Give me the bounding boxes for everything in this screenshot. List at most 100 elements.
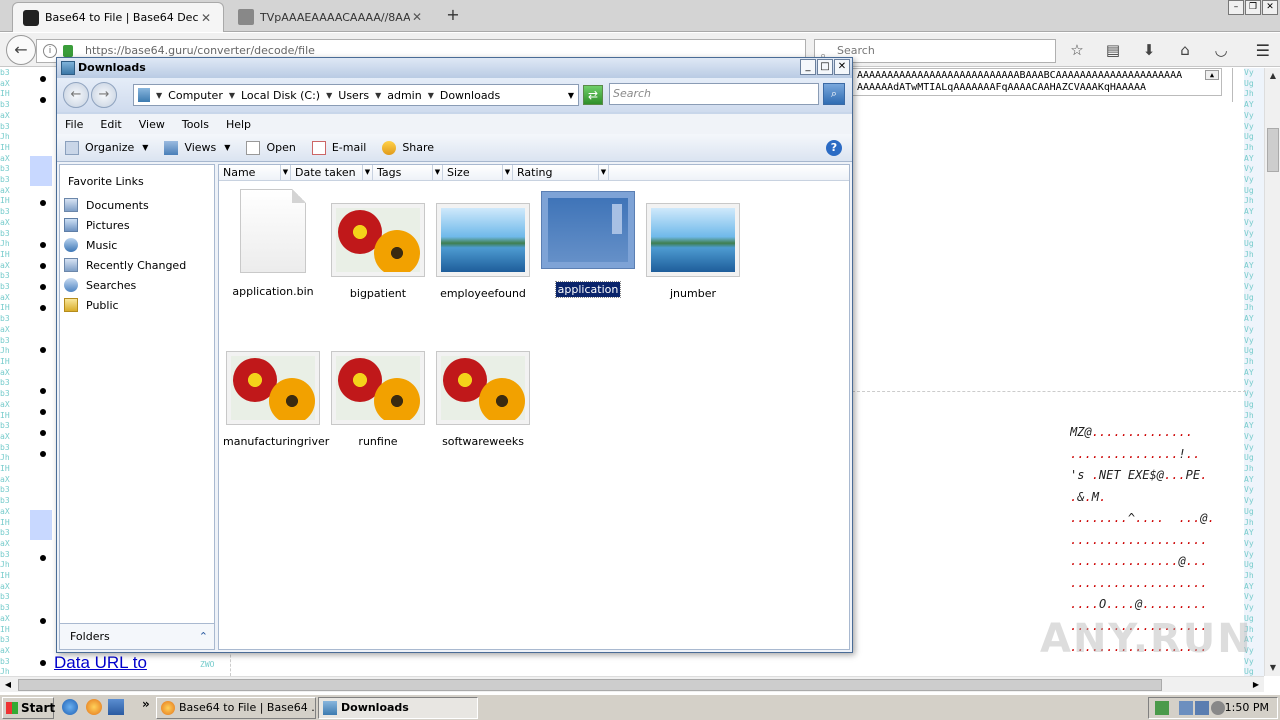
favorite-link-documents[interactable]: Documents bbox=[64, 195, 186, 215]
refresh-button[interactable]: ⇄ bbox=[583, 85, 603, 105]
close-tab-icon[interactable]: ✕ bbox=[410, 10, 424, 24]
maximize-button[interactable]: □ bbox=[817, 59, 833, 75]
volume-tray-icon[interactable] bbox=[1211, 701, 1225, 715]
file-item[interactable]: employeefound bbox=[433, 189, 533, 300]
scroll-right-arrow-icon[interactable]: ▶ bbox=[1248, 677, 1264, 693]
search-icon[interactable]: ⌕ bbox=[823, 83, 845, 105]
maximize-button[interactable]: ❐ bbox=[1245, 0, 1261, 15]
breadcrumb-downloads[interactable]: Downloads bbox=[440, 89, 500, 102]
explorer-search-input[interactable]: Search bbox=[609, 83, 819, 105]
favorite-link-public[interactable]: Public bbox=[64, 295, 186, 315]
column-dropdown-icon[interactable]: ▼ bbox=[598, 165, 608, 180]
column-header-name[interactable]: Name ▼ bbox=[219, 165, 291, 181]
clock[interactable]: 1:50 PM bbox=[1225, 701, 1269, 714]
email-button[interactable]: E-mail bbox=[311, 140, 366, 155]
file-item[interactable]: bigpatient bbox=[328, 189, 428, 300]
pocket-icon[interactable]: ◡ bbox=[1210, 39, 1232, 61]
download-icon[interactable]: ⬇ bbox=[1138, 39, 1160, 61]
back-button[interactable]: ← bbox=[6, 35, 36, 65]
chevron-down-icon[interactable]: ▼ bbox=[428, 91, 434, 100]
hscroll-thumb[interactable] bbox=[18, 679, 1162, 691]
quicklaunch-chevron-icon[interactable]: » bbox=[142, 697, 150, 711]
close-button[interactable]: ✕ bbox=[834, 59, 850, 75]
hex-dump-line: ...............!.. bbox=[1070, 446, 1201, 461]
chevron-down-icon[interactable]: ▼ bbox=[229, 91, 235, 100]
column-dropdown-icon[interactable]: ▼ bbox=[502, 165, 512, 180]
data-url-link[interactable]: Data URL to bbox=[54, 653, 147, 673]
favorite-link-music[interactable]: Music bbox=[64, 235, 186, 255]
open-button[interactable]: Open bbox=[246, 140, 296, 155]
taskbar-item-firefox[interactable]: Base64 to File | Base64 ... bbox=[156, 697, 316, 719]
favorite-link-pictures[interactable]: Pictures bbox=[64, 215, 186, 235]
scroll-down-arrow-icon[interactable]: ▼ bbox=[1265, 660, 1280, 676]
column-dropdown-icon[interactable]: ▼ bbox=[362, 165, 372, 180]
chevron-down-icon[interactable]: ▼ bbox=[375, 91, 381, 100]
reading-list-icon[interactable]: ▤ bbox=[1102, 39, 1124, 61]
tab-base64[interactable]: Base64 to File | Base64 Deco... ✕ bbox=[12, 2, 224, 32]
menu-help[interactable]: Help bbox=[226, 118, 251, 131]
hamburger-menu-icon[interactable]: ☰ bbox=[1256, 41, 1270, 60]
music-icon bbox=[64, 238, 78, 252]
address-bar[interactable]: ▼ Computer ▼ Local Disk (C:) ▼ Users ▼ a… bbox=[133, 84, 579, 106]
share-button[interactable]: Share bbox=[382, 140, 434, 155]
chevron-up-icon[interactable]: ⌃ bbox=[199, 624, 208, 650]
firefox-icon[interactable] bbox=[86, 699, 102, 715]
explorer-title-bar[interactable]: Downloads _ □ ✕ bbox=[57, 58, 852, 78]
address-dropdown-icon[interactable]: ▼ bbox=[568, 91, 574, 100]
column-header-tags[interactable]: Tags ▼ bbox=[373, 165, 443, 181]
network-tray-icon[interactable] bbox=[1179, 701, 1193, 715]
network-tray-icon[interactable] bbox=[1195, 701, 1209, 715]
tab-tvpa[interactable]: TVpAAAEAAAACAAAA//8AAL... ✕ bbox=[228, 2, 434, 32]
column-header-size[interactable]: Size ▼ bbox=[443, 165, 513, 181]
start-button[interactable]: Start bbox=[2, 697, 55, 719]
show-desktop-icon[interactable] bbox=[108, 699, 124, 715]
close-window-button[interactable]: ✕ bbox=[1262, 0, 1278, 15]
home-icon[interactable]: ⌂ bbox=[1174, 39, 1196, 61]
favorite-link-recently-changed[interactable]: Recently Changed bbox=[64, 255, 186, 275]
taskbar-item-downloads[interactable]: Downloads bbox=[318, 697, 478, 719]
new-tab-button[interactable]: + bbox=[444, 6, 462, 24]
scroll-left-arrow-icon[interactable]: ◀ bbox=[0, 677, 16, 693]
column-dropdown-icon[interactable]: ▼ bbox=[280, 165, 290, 180]
list-bullet bbox=[40, 242, 46, 248]
breadcrumb-computer[interactable]: Computer bbox=[168, 89, 223, 102]
chevron-down-icon[interactable]: ▼ bbox=[326, 91, 332, 100]
textarea-scroll-up[interactable]: ▲ bbox=[1205, 70, 1219, 80]
column-dropdown-icon[interactable]: ▼ bbox=[432, 165, 442, 180]
file-item[interactable]: manufacturingriver bbox=[223, 337, 329, 448]
file-item[interactable]: application bbox=[538, 189, 638, 298]
breadcrumb-local-disk[interactable]: Local Disk (C:) bbox=[241, 89, 320, 102]
favorite-link-searches[interactable]: Searches bbox=[64, 275, 186, 295]
menu-edit[interactable]: Edit bbox=[100, 118, 121, 131]
views-button[interactable]: Views ▼ bbox=[164, 140, 230, 155]
file-item[interactable]: runfine bbox=[328, 337, 428, 448]
menu-tools[interactable]: Tools bbox=[182, 118, 209, 131]
file-item[interactable]: softwareweeks bbox=[433, 337, 533, 448]
page-horizontal-scrollbar[interactable]: ◀ ▶ bbox=[0, 676, 1264, 692]
breadcrumb-users[interactable]: Users bbox=[338, 89, 369, 102]
help-icon[interactable]: ? bbox=[826, 140, 842, 156]
internet-explorer-icon[interactable] bbox=[62, 699, 78, 715]
chevron-down-icon[interactable]: ▼ bbox=[156, 91, 162, 100]
minimize-button[interactable]: – bbox=[1228, 0, 1244, 15]
forward-arrow-icon[interactable]: → bbox=[91, 82, 117, 108]
folders-toggle[interactable]: Folders ⌃ bbox=[60, 623, 214, 649]
file-item[interactable]: jnumber bbox=[643, 189, 743, 300]
organize-button[interactable]: Organize ▼ bbox=[65, 140, 148, 155]
minimize-button[interactable]: _ bbox=[800, 59, 816, 75]
base64-textarea[interactable]: AAAAAAAAAAAAAAAAAAAAAAAAAAABAAABCAAAAAAA… bbox=[852, 68, 1222, 96]
column-header-rating[interactable]: Rating ▼ bbox=[513, 165, 609, 181]
page-vertical-scrollbar[interactable]: ▲ ▼ bbox=[1264, 68, 1280, 676]
close-tab-icon[interactable]: ✕ bbox=[199, 11, 213, 25]
back-arrow-icon[interactable]: ← bbox=[63, 82, 89, 108]
column-header-date-taken[interactable]: Date taken ▼ bbox=[291, 165, 373, 181]
menu-file[interactable]: File bbox=[65, 118, 83, 131]
scroll-thumb[interactable] bbox=[1267, 128, 1279, 172]
file-item[interactable]: application.bin bbox=[223, 189, 323, 298]
security-tray-icon[interactable] bbox=[1155, 701, 1169, 715]
menu-view[interactable]: View bbox=[139, 118, 165, 131]
breadcrumb-admin[interactable]: admin bbox=[387, 89, 421, 102]
info-icon[interactable]: i bbox=[43, 44, 57, 58]
scroll-up-arrow-icon[interactable]: ▲ bbox=[1265, 68, 1280, 84]
bookmark-star-icon[interactable]: ☆ bbox=[1066, 39, 1088, 61]
